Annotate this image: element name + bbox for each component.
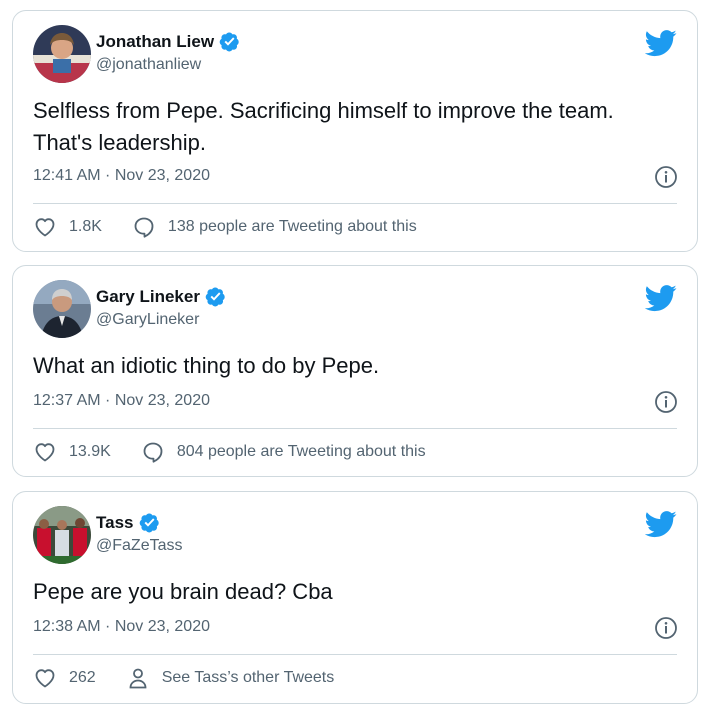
reply-bubble-icon: [141, 440, 165, 464]
heart-icon: [33, 440, 57, 464]
divider: [33, 203, 677, 204]
like-button[interactable]: 1.8K: [33, 215, 102, 239]
conversation-link[interactable]: 804 people are Tweeting about this: [141, 440, 426, 464]
tweet-card[interactable]: Tass @FaZeTass Pepe are you brain dead? …: [12, 491, 698, 704]
display-name[interactable]: Gary Lineker: [96, 287, 200, 307]
divider: [33, 428, 677, 429]
tweet-timestamp[interactable]: 12:38 AM · Nov 23, 2020: [33, 618, 210, 636]
like-button[interactable]: 13.9K: [33, 440, 111, 464]
tweet-card[interactable]: Gary Lineker @GaryLineker What an idioti…: [12, 265, 698, 477]
like-count: 13.9K: [69, 443, 111, 460]
tweet-card[interactable]: Jonathan Liew @jonathanliew Selfless fro…: [12, 10, 698, 252]
twitter-bird-icon[interactable]: [645, 282, 677, 314]
avatar[interactable]: [33, 280, 91, 338]
verified-badge-icon: [139, 512, 160, 533]
person-icon: [126, 666, 150, 690]
other-tweets-link[interactable]: See Tass’s other Tweets: [126, 666, 335, 690]
twitter-bird-icon[interactable]: [645, 508, 677, 540]
tweet-text: Pepe are you brain dead? Cba: [33, 579, 333, 604]
divider: [33, 654, 677, 655]
info-icon[interactable]: [654, 616, 678, 640]
conversation-link[interactable]: 138 people are Tweeting about this: [132, 215, 417, 239]
like-count: 262: [69, 669, 96, 686]
user-handle[interactable]: @jonathanliew: [96, 56, 201, 74]
reply-bubble-icon: [132, 215, 156, 239]
verified-badge-icon: [205, 286, 226, 307]
info-icon[interactable]: [654, 390, 678, 414]
other-tweets-label: See Tass’s other Tweets: [161, 669, 335, 686]
user-handle[interactable]: @FaZeTass: [96, 537, 182, 555]
conversation-label: 138 people are Tweeting about this: [167, 218, 417, 235]
tweet-timestamp[interactable]: 12:41 AM · Nov 23, 2020: [33, 167, 210, 185]
verified-badge-icon: [219, 31, 240, 52]
tweet-text: What an idiotic thing to do by Pepe.: [33, 353, 380, 378]
conversation-label: 804 people are Tweeting about this: [176, 443, 426, 460]
heart-icon: [33, 666, 57, 690]
twitter-bird-icon[interactable]: [645, 27, 677, 59]
user-handle[interactable]: @GaryLineker: [96, 311, 199, 329]
info-icon[interactable]: [654, 165, 678, 189]
display-name[interactable]: Jonathan Liew: [96, 32, 214, 52]
like-button[interactable]: 262: [33, 666, 96, 690]
avatar[interactable]: [33, 506, 91, 564]
display-name[interactable]: Tass: [96, 513, 134, 533]
tweet-text: Selfless from Pepe. Sacrificing himself …: [33, 98, 614, 155]
like-count: 1.8K: [69, 218, 102, 235]
tweet-timestamp[interactable]: 12:37 AM · Nov 23, 2020: [33, 392, 210, 410]
heart-icon: [33, 215, 57, 239]
avatar[interactable]: [33, 25, 91, 83]
